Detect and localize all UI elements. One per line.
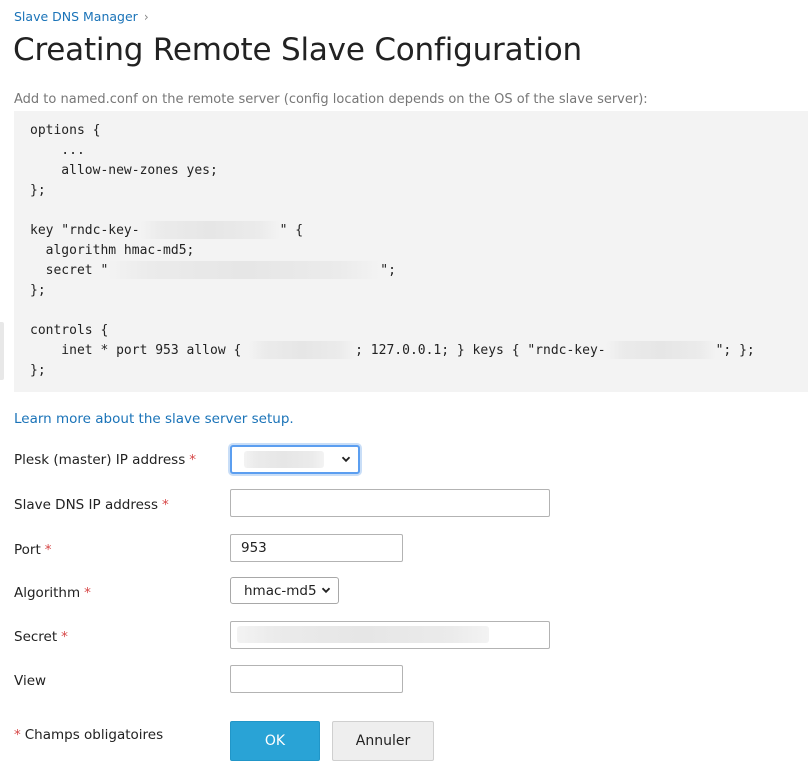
code-text: inet * port 953 allow { bbox=[30, 343, 250, 358]
chevron-down-icon bbox=[341, 456, 351, 463]
form-row-view: View bbox=[14, 665, 804, 697]
code-line: allow-new-zones yes; bbox=[30, 163, 218, 178]
redacted-secret bbox=[237, 626, 489, 643]
breadcrumb: Slave DNS Manager › bbox=[14, 9, 149, 24]
config-hint-text: Add to named.conf on the remote server (… bbox=[14, 92, 648, 107]
code-line: }; bbox=[30, 183, 46, 198]
code-line-controls: inet * port 953 allow { ; 127.0.0.1; } k… bbox=[30, 340, 755, 361]
plesk-ip-label-text: Plesk (master) IP address bbox=[14, 452, 186, 468]
required-marker: * bbox=[189, 452, 196, 468]
required-fields-note: * Champs obligatoires bbox=[14, 727, 163, 743]
required-note-text: Champs obligatoires bbox=[24, 727, 164, 743]
redacted-key-name bbox=[139, 220, 280, 239]
form-row-slave-ip: Slave DNS IP address * bbox=[14, 489, 804, 521]
port-input[interactable] bbox=[230, 534, 403, 562]
ok-button[interactable]: OK bbox=[230, 721, 320, 761]
redacted-ip bbox=[249, 340, 356, 359]
code-line-key: key "rndc-key- " { bbox=[30, 220, 304, 241]
redacted-secret bbox=[108, 260, 381, 279]
required-marker: * bbox=[61, 629, 68, 645]
secret-label: Secret * bbox=[14, 629, 68, 645]
chevron-down-icon bbox=[321, 587, 331, 594]
code-text: ; 127.0.0.1; } keys { "rndc-key- bbox=[355, 343, 606, 358]
config-code-block: options { ... allow-new-zones yes; }; ke… bbox=[14, 111, 808, 392]
plesk-ip-label: Plesk (master) IP address * bbox=[14, 452, 196, 468]
code-line: ... bbox=[30, 143, 85, 158]
code-text: secret " bbox=[30, 263, 109, 278]
form-row-secret: Secret * bbox=[14, 621, 804, 653]
form-row-plesk-ip: Plesk (master) IP address * bbox=[14, 444, 804, 476]
algorithm-label-text: Algorithm bbox=[14, 585, 81, 601]
left-edge-handle bbox=[0, 322, 4, 380]
slave-ip-label: Slave DNS IP address * bbox=[14, 497, 169, 513]
port-label: Port * bbox=[14, 542, 52, 558]
code-text: "; }; bbox=[715, 343, 755, 358]
chevron-right-icon: › bbox=[143, 9, 149, 24]
code-line: algorithm hmac-md5; bbox=[30, 243, 195, 258]
slave-ip-input[interactable] bbox=[230, 489, 550, 517]
required-marker: * bbox=[14, 727, 21, 743]
redacted-key-name bbox=[605, 340, 716, 359]
code-line-secret: secret " "; bbox=[30, 260, 396, 281]
code-text: key "rndc-key- bbox=[30, 223, 140, 238]
algorithm-label: Algorithm * bbox=[14, 585, 91, 601]
code-line: controls { bbox=[30, 323, 109, 338]
algorithm-selected-value: hmac-md5 bbox=[244, 583, 317, 599]
view-input[interactable] bbox=[230, 665, 403, 693]
cancel-button[interactable]: Annuler bbox=[332, 721, 434, 761]
form-row-algorithm: Algorithm * hmac-md5 bbox=[14, 577, 804, 609]
view-label: View bbox=[14, 673, 47, 689]
code-text: "; bbox=[380, 263, 396, 278]
required-marker: * bbox=[84, 585, 91, 601]
learn-more-link[interactable]: Learn more about the slave server setup. bbox=[14, 411, 294, 427]
required-marker: * bbox=[44, 542, 52, 558]
secret-input[interactable] bbox=[230, 621, 550, 649]
code-text: " { bbox=[279, 223, 304, 238]
slave-ip-label-text: Slave DNS IP address bbox=[14, 497, 158, 513]
secret-label-text: Secret bbox=[14, 629, 58, 645]
page-title: Creating Remote Slave Configuration bbox=[13, 32, 582, 68]
code-line: }; bbox=[30, 363, 46, 378]
breadcrumb-link-slave-dns-manager[interactable]: Slave DNS Manager bbox=[14, 9, 138, 24]
algorithm-select[interactable]: hmac-md5 bbox=[230, 577, 339, 604]
form-row-port: Port * bbox=[14, 534, 804, 566]
redacted-ip bbox=[244, 451, 324, 468]
code-line: }; bbox=[30, 283, 46, 298]
plesk-ip-select[interactable] bbox=[230, 445, 360, 474]
port-label-text: Port bbox=[14, 542, 41, 558]
code-line: options { bbox=[30, 123, 101, 138]
required-marker: * bbox=[162, 497, 169, 513]
